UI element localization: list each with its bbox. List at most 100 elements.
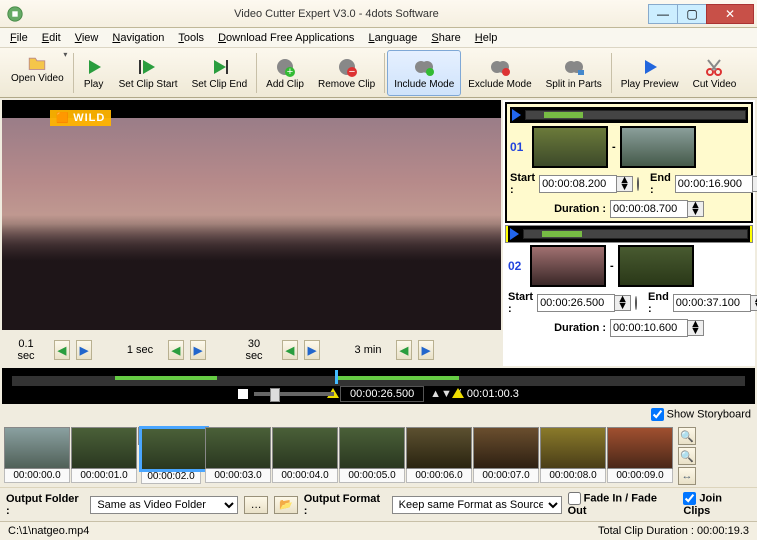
menu-tools[interactable]: Tools (174, 30, 208, 46)
seek-fwd-button[interactable]: ▶ (76, 340, 92, 360)
frame-time: 00:00:09.0 (607, 469, 673, 483)
exclude-mode-icon (489, 56, 511, 78)
clip-end-input[interactable] (675, 175, 753, 193)
clip-start-thumb (530, 245, 606, 287)
frame-time: 00:00:06.0 (406, 469, 472, 483)
add-clip-button[interactable]: +Add Clip (259, 50, 311, 96)
seek-fwd-button[interactable]: ▶ (304, 340, 320, 360)
storyboard-frame[interactable]: 00:00:06.0 (406, 427, 472, 483)
menu-help[interactable]: Help (471, 30, 502, 46)
play-icon[interactable] (510, 228, 519, 240)
storyboard-frame[interactable]: 00:00:08.0 (540, 427, 606, 483)
frame-time: 00:00:03.0 (205, 469, 271, 483)
app-icon (6, 5, 24, 23)
menu-file[interactable]: File (6, 30, 32, 46)
stop-icon[interactable] (238, 389, 248, 399)
play-button[interactable]: Play (76, 50, 112, 96)
seek-step-label: 30 sec (232, 336, 276, 364)
split-in-parts-button[interactable]: Split in Parts (539, 50, 609, 96)
browse-folder-button[interactable]: … (244, 496, 268, 514)
zoom-in-button[interactable]: 🔍 (678, 427, 696, 445)
play-icon (83, 56, 105, 78)
seek-back-button[interactable]: ◀ (396, 340, 412, 360)
frame-time: 00:00:05.0 (339, 469, 405, 483)
zoom-out-button[interactable]: 🔍 (678, 447, 696, 465)
open-folder-button[interactable]: 📂 (274, 496, 298, 514)
output-format-label: Output Format : (304, 493, 386, 517)
seek-fwd-button[interactable]: ▶ (418, 340, 434, 360)
storyboard: 00:00:00.000:00:01.000:00:02.0 00:00:03.0… (0, 425, 757, 487)
include-mode-button[interactable]: Include Mode (387, 50, 461, 96)
clip-number: 01 (510, 140, 528, 154)
remove-clip-icon: − (336, 56, 358, 78)
fade-checkbox[interactable]: Fade In / Fade Out (568, 492, 678, 517)
fit-button[interactable]: ↔ (678, 467, 696, 485)
seek-step-label: 0.1 sec (4, 336, 48, 364)
cut-video-icon (703, 56, 725, 78)
timeline[interactable]: ▲▼ / 00:01:00.3 (2, 368, 755, 404)
join-clips-checkbox[interactable]: Join Clips (683, 492, 751, 517)
cut-video-button[interactable]: Cut Video (686, 50, 744, 96)
video-preview[interactable]: 🟧 WILD (2, 100, 501, 330)
play-icon[interactable] (512, 109, 521, 121)
maximize-button[interactable]: ▢ (677, 4, 707, 24)
storyboard-frame[interactable]: 00:00:04.0 (272, 427, 338, 483)
seek-back-button[interactable]: ◀ (168, 340, 184, 360)
split-in-parts-icon (563, 56, 585, 78)
set-clip-end-button[interactable]: Set Clip End (185, 50, 255, 96)
frame-thumb (473, 427, 539, 469)
show-storyboard-checkbox[interactable]: Show Storyboard (651, 408, 751, 421)
play-preview-button[interactable]: Play Preview (614, 50, 686, 96)
output-folder-select[interactable]: Same as Video Folder (90, 496, 238, 514)
toolbar: Open VideoPlaySet Clip StartSet Clip End… (0, 48, 757, 98)
close-button[interactable]: ✕ (706, 4, 754, 24)
current-time-input[interactable] (340, 386, 424, 402)
file-path: C:\1\natgeo.mp4 (8, 525, 89, 537)
menu-view[interactable]: View (71, 30, 103, 46)
clip-range-bar[interactable] (525, 110, 746, 120)
menu-share[interactable]: Share (427, 30, 464, 46)
seek-step-label: 3 min (346, 342, 390, 358)
menu-download-free-applications[interactable]: Download Free Applications (214, 30, 358, 46)
menu-edit[interactable]: Edit (38, 30, 65, 46)
clip-item[interactable]: 02-Start :▲▼ End :▲▼Duration :▲▼ (505, 225, 753, 243)
frame-thumb (71, 427, 137, 469)
set-clip-start-icon (137, 56, 159, 78)
seek-back-button[interactable]: ◀ (282, 340, 298, 360)
menu-navigation[interactable]: Navigation (108, 30, 168, 46)
clip-start-input[interactable] (537, 294, 615, 312)
set-clip-end-icon (208, 56, 230, 78)
clip-start-input[interactable] (539, 175, 617, 193)
seek-fwd-button[interactable]: ▶ (190, 340, 206, 360)
open-video-button[interactable]: Open Video (4, 50, 71, 96)
storyboard-frame[interactable]: 00:00:09.0 (607, 427, 673, 483)
start-dot[interactable] (635, 296, 637, 310)
frame-time: 00:00:04.0 (272, 469, 338, 483)
storyboard-frame[interactable]: 00:00:00.0 (4, 427, 70, 483)
open-video-icon (26, 53, 48, 72)
remove-clip-button[interactable]: −Remove Clip (311, 50, 382, 96)
frame-thumb (540, 427, 606, 469)
menu-language[interactable]: Language (364, 30, 421, 46)
frame-thumb (4, 427, 70, 469)
exclude-mode-button[interactable]: Exclude Mode (461, 50, 538, 96)
set-clip-start-button[interactable]: Set Clip Start (112, 50, 185, 96)
seek-back-button[interactable]: ◀ (54, 340, 70, 360)
clip-item[interactable]: 01-Start :▲▼ End :▲▼Duration :▲▼ (505, 102, 753, 223)
storyboard-frame[interactable]: 00:00:05.0 (339, 427, 405, 483)
storyboard-frame[interactable]: 00:00:07.0 (473, 427, 539, 483)
clip-duration-input[interactable] (610, 319, 688, 337)
start-dot[interactable] (637, 177, 639, 191)
clip-end-input[interactable] (673, 294, 751, 312)
minimize-button[interactable]: — (648, 4, 678, 24)
frame-time: 00:00:00.0 (4, 469, 70, 483)
clip-range-bar[interactable] (523, 229, 748, 239)
output-format-select[interactable]: Keep same Format as Source (392, 496, 562, 514)
storyboard-frame[interactable]: 00:00:01.0 (71, 427, 137, 483)
seek-step-row: 0.1 sec◀▶1 sec◀▶30 sec◀▶3 min◀▶ (0, 332, 503, 368)
frame-thumb (141, 428, 207, 470)
storyboard-frame[interactable]: 00:00:03.0 (205, 427, 271, 483)
clip-duration-input[interactable] (610, 200, 688, 218)
storyboard-frame[interactable]: 00:00:02.0 (138, 427, 204, 445)
zoom-slider[interactable] (254, 392, 334, 396)
